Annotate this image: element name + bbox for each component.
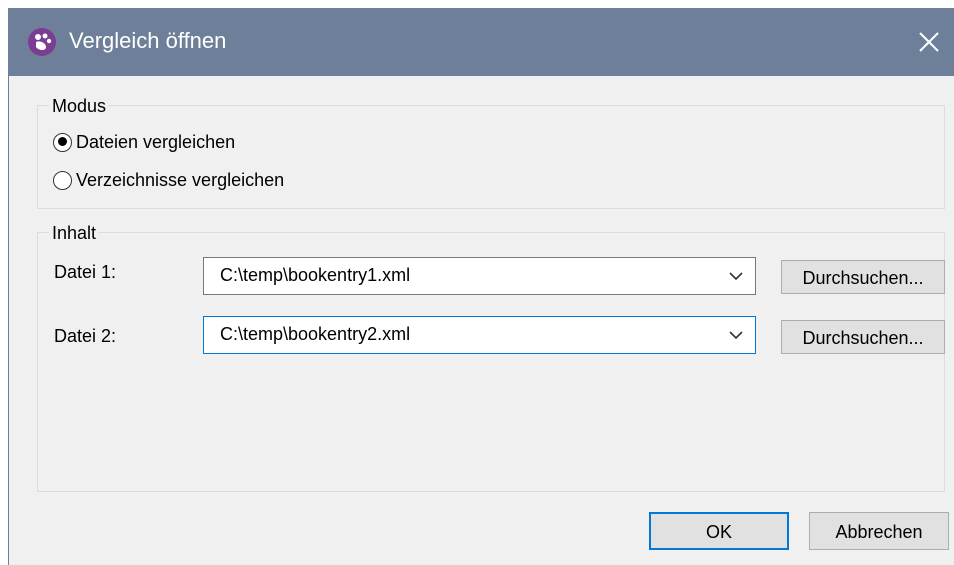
chevron-down-icon[interactable] <box>729 271 743 281</box>
browse-button-file1[interactable]: Durchsuchen... <box>781 260 945 294</box>
close-button[interactable] <box>913 26 945 58</box>
radio-compare-files[interactable]: Dateien vergleichen <box>53 129 235 155</box>
chevron-down-icon[interactable] <box>729 330 743 340</box>
file2-value[interactable]: C:\temp\bookentry2.xml <box>220 324 410 345</box>
radio-compare-directories[interactable]: Verzeichnisse vergleichen <box>53 167 284 193</box>
file1-label: Datei 1: <box>54 262 117 282</box>
radio-button-checked[interactable] <box>53 132 72 152</box>
file1-combobox[interactable]: C:\temp\bookentry1.xml <box>203 257 756 295</box>
radio-label: Verzeichnisse vergleichen <box>76 169 285 190</box>
file2-label: Datei 2: <box>54 326 117 346</box>
app-logo-icon <box>28 28 56 56</box>
file2-combobox[interactable]: C:\temp\bookentry2.xml <box>203 316 756 354</box>
radio-label: Dateien vergleichen <box>76 131 236 152</box>
file1-value[interactable]: C:\temp\bookentry1.xml <box>220 265 410 286</box>
dialog-window: Vergleich öffnen Modus Dateien vergleich… <box>8 8 954 565</box>
mode-legend: Modus <box>49 95 110 117</box>
ok-button[interactable]: OK <box>649 512 789 550</box>
content-legend: Inhalt <box>49 222 100 244</box>
radio-button[interactable] <box>53 170 72 190</box>
browse-button-file2[interactable]: Durchsuchen... <box>781 320 945 354</box>
title-bar[interactable]: Vergleich öffnen <box>9 8 954 76</box>
window-title: Vergleich öffnen <box>69 28 227 53</box>
cancel-button[interactable]: Abbrechen <box>809 512 949 550</box>
close-icon <box>919 32 939 52</box>
mode-groupbox <box>37 105 945 209</box>
